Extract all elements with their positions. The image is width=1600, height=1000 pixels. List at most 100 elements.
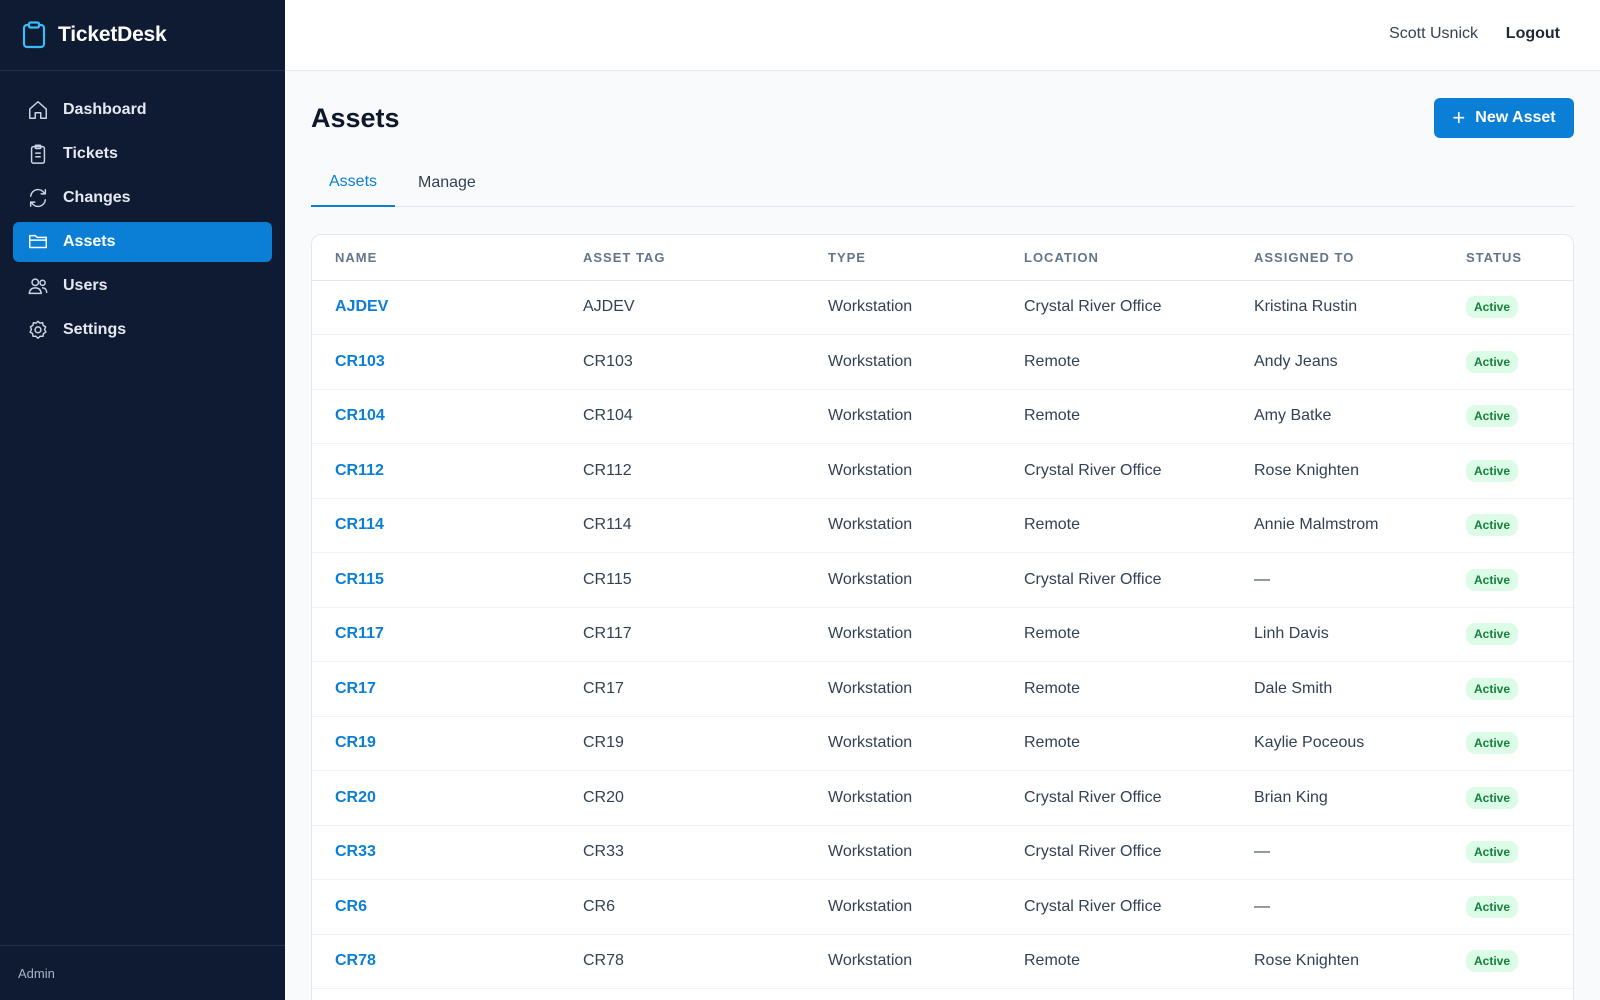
table-row[interactable]: AJDEV AJDEV Workstation Crystal River Offic… — [312, 280, 1573, 335]
asset-name-link[interactable]: CR115 — [335, 571, 384, 588]
sidebar-footer-role: Admin — [0, 945, 285, 1000]
asset-location-cell: Crystal River Office — [1001, 825, 1231, 880]
sidebar-item-label: Users — [63, 277, 108, 294]
table-row[interactable]: CR78 CR78 Workstation Remote Rose Knighten Ac… — [312, 934, 1573, 989]
asset-assigned-cell: Amy Batke — [1231, 389, 1443, 444]
status-badge: Active — [1466, 732, 1519, 755]
column-header-assigned-to[interactable]: ASSIGNED TO — [1231, 235, 1443, 281]
gear-icon — [29, 320, 47, 339]
status-badge: Active — [1466, 950, 1519, 973]
table-row[interactable]: CR117 CR117 Workstation Remote Linh Davis Act… — [312, 607, 1573, 662]
asset-name-cell: CR112 — [312, 443, 560, 499]
asset-type-cell: Workstation — [805, 879, 1001, 935]
asset-status-cell: Active — [1443, 879, 1573, 935]
asset-type-cell: Workstation — [805, 443, 1001, 499]
asset-name-link[interactable]: CR104 — [335, 407, 385, 424]
asset-location-cell: Crystal River Office — [1001, 552, 1231, 608]
table-row[interactable]: CR17 CR17 Workstation Remote Dale Smith Activ… — [312, 661, 1573, 717]
asset-location-cell: Remote — [1001, 498, 1231, 553]
asset-status-cell: Active — [1443, 770, 1573, 826]
asset-assigned-cell: Kaylie Poceous — [1231, 716, 1443, 771]
column-header-type[interactable]: TYPE — [805, 235, 1001, 281]
tab-bar: Assets Manage — [311, 165, 1574, 207]
sidebar-item-label: Tickets — [63, 145, 118, 162]
asset-location-cell: Remote — [1001, 661, 1231, 717]
asset-name-link[interactable]: CR17 — [335, 680, 376, 697]
sidebar-item-changes[interactable]: Changes — [13, 178, 272, 218]
asset-location-cell: Remote — [1001, 389, 1231, 444]
asset-type-cell: Workstation — [805, 934, 1001, 989]
asset-type-cell: Workstation — [805, 552, 1001, 608]
tab-assets[interactable]: Assets — [311, 165, 395, 207]
topbar: Scott Usnick Logout — [285, 0, 1600, 71]
clipboard-icon — [30, 144, 46, 164]
app-name: TicketDesk — [58, 23, 167, 46]
asset-status-cell: Active — [1443, 443, 1573, 499]
column-header-name[interactable]: NAME — [312, 235, 560, 281]
sidebar-item-settings[interactable]: Settings — [13, 310, 272, 350]
folder-icon — [29, 234, 47, 249]
table-row[interactable]: CR20 CR20 Workstation Crystal River Office B… — [312, 770, 1573, 826]
brand[interactable]: TicketDesk — [0, 0, 285, 71]
asset-type-cell: Workstation — [805, 661, 1001, 717]
asset-name-link[interactable]: CR6 — [335, 898, 367, 915]
asset-tag-cell: CR117 — [560, 607, 805, 662]
new-asset-button[interactable]: + New Asset — [1434, 98, 1574, 138]
asset-name-link[interactable]: CR78 — [335, 952, 376, 969]
status-badge: Active — [1466, 405, 1519, 428]
asset-name-link[interactable]: CR117 — [335, 625, 384, 642]
home-icon — [29, 101, 47, 119]
asset-type-cell: Workstation — [805, 607, 1001, 662]
asset-tag-cell: CR114 — [560, 498, 805, 553]
tab-manage[interactable]: Manage — [400, 165, 494, 207]
asset-type-cell: Workstation — [805, 334, 1001, 390]
table-row[interactable]: CR33 CR33 Workstation Crystal River Office —… — [312, 825, 1573, 880]
asset-name-cell: CR78 — [312, 934, 560, 989]
column-header-asset-tag[interactable]: ASSET TAG — [560, 235, 805, 281]
asset-status-cell: Active — [1443, 280, 1573, 335]
asset-name-cell: CR103 — [312, 334, 560, 390]
asset-name-cell: CR104 — [312, 389, 560, 444]
asset-type-cell: Workstation — [805, 280, 1001, 335]
status-badge: Active — [1466, 623, 1519, 646]
asset-location-cell: Crystal River Office — [1001, 443, 1231, 499]
asset-status-cell: Active — [1443, 661, 1573, 717]
asset-name-link[interactable]: CR33 — [335, 843, 376, 860]
asset-name-link[interactable]: CR103 — [335, 353, 385, 370]
status-badge: Active — [1466, 786, 1519, 809]
sidebar-item-assets[interactable]: Assets — [13, 222, 272, 262]
asset-status-cell: Active — [1443, 825, 1573, 880]
status-badge: Active — [1466, 841, 1519, 864]
table-row[interactable]: CR19 CR19 Workstation Remote Kaylie Poceous A… — [312, 716, 1573, 771]
logout-link[interactable]: Logout — [1506, 25, 1560, 43]
asset-assigned-cell: — — [1231, 879, 1443, 935]
asset-tag-cell: CR33 — [560, 825, 805, 880]
table-row[interactable]: CR112 CR112 Workstation Crystal River Offic… — [312, 443, 1573, 499]
asset-name-link[interactable]: CR20 — [335, 789, 376, 806]
status-badge: Active — [1466, 514, 1519, 537]
asset-status-cell: Active — [1443, 498, 1573, 553]
table-row[interactable]: CR103 CR103 Workstation Remote Andy Jeans Act… — [312, 334, 1573, 390]
sidebar-item-label: Assets — [63, 233, 116, 250]
asset-name-cell: CR115 — [312, 552, 560, 608]
assets-table-card: NAME ASSET TAG TYPE LOCATION ASSIGNED TO… — [311, 234, 1574, 1000]
sidebar-item-tickets[interactable]: Tickets — [13, 134, 272, 174]
refresh-icon — [29, 188, 47, 208]
table-row[interactable]: CR6 CR6 Workstation Crystal River Office — Ac… — [312, 879, 1573, 935]
asset-name-link[interactable]: CR112 — [335, 462, 384, 479]
asset-tag-cell: CR115 — [560, 552, 805, 608]
asset-name-link[interactable]: AJDEV — [335, 298, 388, 315]
table-row[interactable]: CR114 CR114 Workstation Remote Annie Malmstr… — [312, 498, 1573, 553]
sidebar-item-users[interactable]: Users — [13, 266, 272, 306]
sidebar-item-dashboard[interactable]: Dashboard — [13, 90, 272, 130]
column-header-status[interactable]: STATUS — [1443, 235, 1573, 281]
asset-tag-cell: CR103 — [560, 334, 805, 390]
current-user-name[interactable]: Scott Usnick — [1389, 25, 1478, 43]
table-row[interactable]: CR104 CR104 Workstation Remote Amy Batke Acti… — [312, 389, 1573, 444]
table-row[interactable]: CR115 CR115 Workstation Crystal River Offic… — [312, 552, 1573, 608]
asset-name-link[interactable]: CR114 — [335, 516, 384, 533]
asset-name-link[interactable]: CR19 — [335, 734, 376, 751]
column-header-location[interactable]: LOCATION — [1001, 235, 1231, 281]
page-title: Assets — [311, 103, 400, 133]
asset-tag-cell: CR112 — [560, 443, 805, 499]
